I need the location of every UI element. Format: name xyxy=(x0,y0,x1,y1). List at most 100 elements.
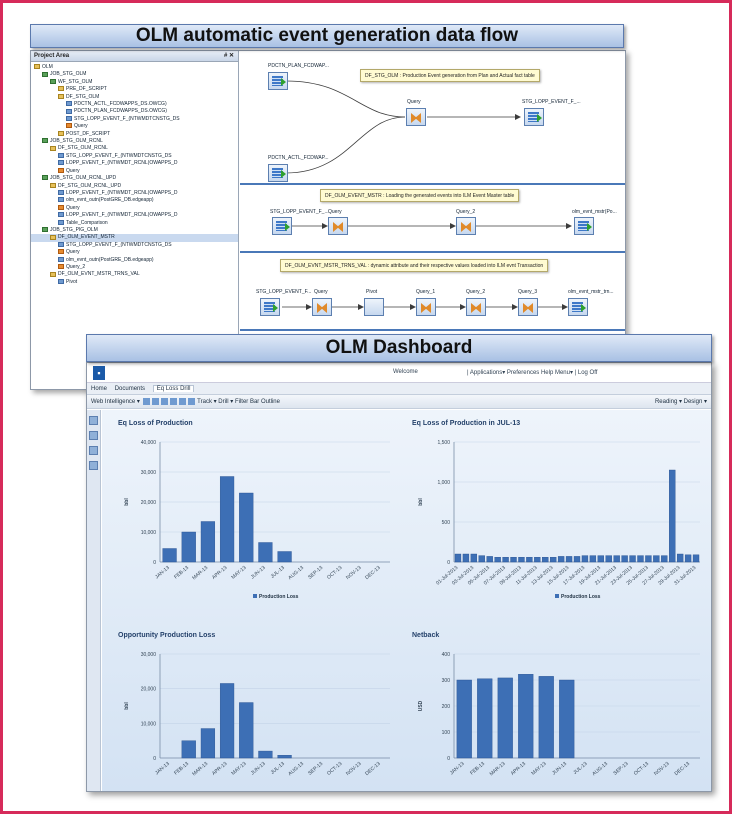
chart-title: Eq Loss of Production xyxy=(118,420,193,427)
y-tick-label: 20,000 xyxy=(141,687,157,693)
track-drill-filter-outline[interactable]: Track ▾ Drill ▾ Filter Bar Outline xyxy=(197,399,280,405)
tab-home[interactable]: Home xyxy=(91,386,107,392)
tree-item[interactable]: Query xyxy=(31,249,238,256)
tree-item[interactable]: LOPP_EVENT_F_(NTWMDT_RCNL(OWAPPS_D xyxy=(31,190,238,197)
bar xyxy=(200,728,216,759)
tree-item[interactable]: DF_STG_OLM_RCNL_UPD xyxy=(31,183,238,190)
tree-item[interactable]: STG_LOPP_EVENT_F_(NTWMDTCNSTG_DS xyxy=(31,116,238,123)
node-label-b3-target: olm_evnt_mstr_trn... xyxy=(568,289,614,295)
tab-eq-loss-drill[interactable]: Eq Loss Drill xyxy=(152,385,195,392)
open-icon[interactable] xyxy=(151,397,159,405)
chart-title: Eq Loss of Production in JUL-13 xyxy=(412,420,521,427)
tree-item[interactable]: STG_LOPP_EVENT_F_(NTWMDTCNSTG_DS xyxy=(31,153,238,160)
query-1-node-b3[interactable] xyxy=(416,298,436,316)
tree-item[interactable]: DF_STG_OLM xyxy=(31,94,238,101)
tree-item[interactable]: olm_evnt_outn(PostGRE_DB.edgeapp) xyxy=(31,197,238,204)
tree-item[interactable]: DF_OLM_EVNT_MSTR_TRNS_VAL xyxy=(31,271,238,278)
query-2-node-b3[interactable] xyxy=(466,298,486,316)
source-table-plan-node[interactable] xyxy=(268,72,288,90)
tree-item-label: Query xyxy=(66,249,80,256)
bar xyxy=(462,553,470,563)
input-controls-icon[interactable] xyxy=(89,431,98,440)
pivot-transform-node[interactable] xyxy=(364,298,384,316)
source-table-stg-event-node[interactable] xyxy=(272,217,292,235)
bar xyxy=(454,553,462,563)
navigation-map-icon[interactable] xyxy=(89,416,98,425)
tree-item[interactable]: Query_2 xyxy=(31,264,238,271)
query-node-b3[interactable] xyxy=(312,298,332,316)
target-table-olm-evnt-mstr-node[interactable] xyxy=(574,217,594,235)
x-tick-label: JAN-13 xyxy=(154,565,171,580)
find-icon[interactable] xyxy=(178,397,186,405)
panel-controls[interactable]: # ✕ xyxy=(224,51,234,62)
project-area-header: Project Area # ✕ xyxy=(31,51,238,62)
annotation-df-stg-olm[interactable]: DF_STG_OLM : Production Event generation… xyxy=(360,69,540,82)
tree-item[interactable]: STG_LOPP_EVENT_F_(NTWMDTCNSTG_DS xyxy=(31,242,238,249)
tree-node-icon xyxy=(58,167,64,173)
annotation-df-event-mstr[interactable]: DF_OLM_EVENT_MSTR : Loading the generate… xyxy=(320,189,520,202)
tree-item[interactable]: JOB_STG_OLM_RCNL_UPD xyxy=(31,175,238,182)
tree-item[interactable]: WF_STG_OLM xyxy=(31,79,238,86)
tree-item-label: POST_DF_SCRIPT xyxy=(66,130,111,137)
tree-item[interactable]: JOB_STG_PIG_OLM xyxy=(31,227,238,234)
query-node-b2[interactable] xyxy=(328,217,348,235)
x-tick-label: AUG-13 xyxy=(591,761,609,777)
bar xyxy=(565,556,573,563)
tree-item[interactable]: OLM xyxy=(31,64,238,71)
available-objects-icon[interactable] xyxy=(89,446,98,455)
source-table-actl-node[interactable] xyxy=(268,164,288,182)
tree-item[interactable]: DF_STG_OLM_RCNL xyxy=(31,145,238,152)
tree-item[interactable]: JOB_STG_OLM_RCNL xyxy=(31,138,238,145)
tree-item-label: olm_evnt_outn(PostGRE_DB.edgeapp) xyxy=(66,197,154,204)
print-icon[interactable] xyxy=(169,397,177,405)
tree-item[interactable]: Query xyxy=(31,123,238,130)
tree-item[interactable]: PRE_DF_SCRIPT xyxy=(31,86,238,93)
tree-item[interactable]: PDCTN_PLAN_FCDWAPPS_DS.OWCG) xyxy=(31,108,238,115)
tree-item[interactable]: JOB_STG_OLM xyxy=(31,71,238,78)
web-intelligence-menu[interactable]: Web Intelligence ▾ xyxy=(91,399,140,405)
bar xyxy=(258,542,273,563)
tree-node-icon xyxy=(58,241,64,247)
x-tick-label: DEC-13 xyxy=(674,761,692,777)
tree-node-icon xyxy=(58,278,64,284)
tree-item[interactable]: POST_DF_SCRIPT xyxy=(31,131,238,138)
tree-item[interactable]: DF_OLM_EVENT_MSTR xyxy=(31,234,238,242)
tree-item[interactable]: Table_Comparison xyxy=(31,220,238,227)
tree-item[interactable]: LOPP_EVENT_F_(NTWMDT_RCNL(OWAPPS_D xyxy=(31,160,238,167)
y-tick-label: 30,000 xyxy=(141,470,157,476)
tree-item-label: DF_OLM_EVENT_MSTR xyxy=(58,234,115,241)
reading-design-toggle[interactable]: Reading ▾ Design ▾ xyxy=(655,395,707,409)
x-tick-label: DEC-13 xyxy=(364,761,382,777)
header-menu-links[interactable]: | Applications▾ Preferences Help Menu▾ |… xyxy=(467,369,597,376)
document-structure-icon[interactable] xyxy=(89,461,98,470)
tree-item[interactable]: PDCTN_ACTL_FCDWAPPS_DS.OWCG) xyxy=(31,101,238,108)
tree-item[interactable]: Query xyxy=(31,168,238,175)
document-tabs: Home Documents Eq Loss Drill xyxy=(87,383,711,395)
y-tick-label: 300 xyxy=(442,678,451,684)
bar xyxy=(181,740,196,759)
x-tick-label: JUL-13 xyxy=(270,565,286,580)
webi-toolbar: Web Intelligence ▾ Track ▾ Drill ▾ Filte… xyxy=(87,395,711,409)
y-tick-label: 40,000 xyxy=(141,440,157,446)
tree-item-label: STG_LOPP_EVENT_F_(NTWMDTCNSTG_DS xyxy=(66,152,172,159)
save-icon[interactable] xyxy=(160,397,168,405)
new-document-icon[interactable] xyxy=(142,397,150,405)
bar xyxy=(239,702,254,759)
target-table-stg-event-node[interactable] xyxy=(524,108,544,126)
tree-item[interactable]: LOPP_EVENT_F_(NTWMDT_RCNL(OWAPPS_D xyxy=(31,212,238,219)
query-transform-node[interactable] xyxy=(406,108,426,126)
tab-documents[interactable]: Documents xyxy=(115,386,145,392)
node-label-actl: PDCTN_ACTL_FCDWAP... xyxy=(268,155,329,161)
query-2-node-b2[interactable] xyxy=(456,217,476,235)
chart-svg: 0 10,000 20,000 30,000 bbl JAN-13 FEB-13 MAR-13… xyxy=(124,652,390,777)
annotation-df-trns-val[interactable]: DF_OLM_EVNT_MSTR_TRNS_VAL : dynamic attr… xyxy=(280,259,549,272)
source-table-b3-node[interactable] xyxy=(260,298,280,316)
export-icon[interactable] xyxy=(187,397,195,405)
query-3-node-b3[interactable] xyxy=(518,298,538,316)
tree-item-label: LOPP_EVENT_F_(NTWMDT_RCNL(OWAPPS_D xyxy=(66,160,178,167)
target-table-trns-val-node[interactable] xyxy=(568,298,588,316)
tree-item[interactable]: Pivot xyxy=(31,279,238,286)
tree-item[interactable]: Query xyxy=(31,205,238,212)
y-tick-label: 10,000 xyxy=(141,721,157,727)
tree-item[interactable]: olm_evnt_outn(PostGRE_DB.edgeapp) xyxy=(31,257,238,264)
